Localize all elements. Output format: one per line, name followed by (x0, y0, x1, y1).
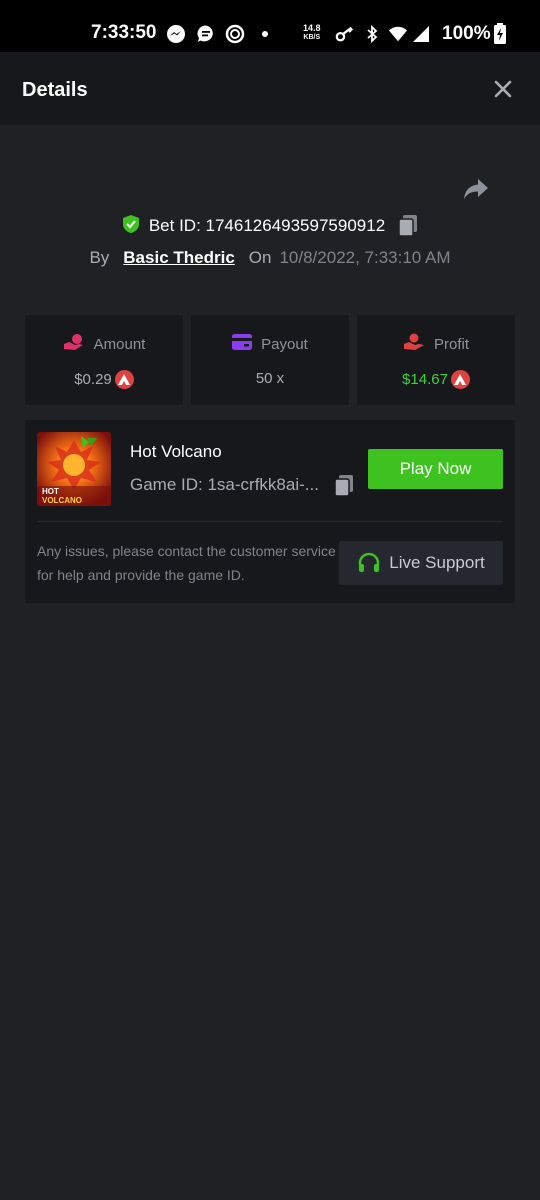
card-icon (232, 333, 253, 355)
app-ring-icon (225, 24, 245, 44)
network-speed: 14.8 KB/S (303, 23, 321, 42)
stat-profit: Profit $14.67 (357, 315, 515, 405)
bet-date: 10/8/2022, 7:33:10 AM (279, 248, 451, 267)
play-now-button[interactable]: Play Now (368, 449, 503, 489)
divider (37, 521, 503, 522)
battery-percent: 100% (442, 23, 491, 44)
copy-bet-id-button[interactable] (397, 214, 419, 238)
stat-label: Amount (93, 335, 146, 353)
stat-label: Profit (433, 335, 469, 353)
status-time: 7:33:50 (91, 22, 157, 43)
bet-by-row: By Basic Thedric On 10/8/2022, 7:33:10 A… (0, 246, 540, 270)
stat-value: 50 x (255, 370, 285, 387)
profit-hand-icon (403, 333, 425, 356)
bet-stats: Amount $0.29 Payout 50 x Profit $14.67 (25, 315, 515, 405)
chat-icon (196, 24, 216, 44)
bet-id-row: Bet ID: 1746126493597590912 (0, 212, 540, 240)
stat-amount: Amount $0.29 (25, 315, 183, 405)
verified-shield-icon (121, 214, 141, 239)
details-header: Details (0, 52, 540, 125)
copy-icon (398, 215, 418, 237)
on-label: On (248, 248, 272, 267)
dot-icon (255, 24, 275, 44)
copy-game-id-button[interactable] (333, 474, 355, 498)
bet-id: Bet ID: 1746126493597590912 (148, 216, 386, 235)
thumbnail-title-line2: VOLCANO (42, 496, 82, 505)
vpn-key-icon (335, 24, 355, 44)
close-button[interactable] (490, 76, 516, 102)
share-icon (464, 179, 488, 199)
game-name: Hot Volcano (130, 442, 222, 461)
battery-charging-icon (492, 23, 508, 45)
copy-icon (334, 475, 353, 497)
bluetooth-icon (362, 24, 382, 44)
live-support-label: Live Support (389, 553, 485, 572)
signal-icon (411, 24, 431, 44)
by-label: By (89, 248, 110, 267)
game-thumbnail[interactable]: HOT VOLCANO (37, 432, 111, 506)
thumbnail-title-line1: HOT (42, 487, 59, 496)
stat-label: Payout (261, 335, 308, 353)
money-hand-icon (63, 333, 85, 356)
page-title: Details (22, 79, 88, 101)
close-icon (494, 80, 512, 98)
share-button[interactable] (462, 176, 490, 202)
stat-payout: Payout 50 x (191, 315, 349, 405)
stat-value: $14.67 (402, 371, 448, 388)
avax-coin-icon (450, 370, 470, 389)
wifi-icon (388, 24, 408, 44)
headset-icon (357, 551, 381, 575)
live-support-button[interactable]: Live Support (339, 541, 503, 585)
stat-value: $0.29 (74, 371, 112, 388)
username-link[interactable]: Basic Thedric (123, 248, 235, 268)
messenger-icon (166, 24, 186, 44)
game-id: Game ID: 1sa-crfkk8ai-... (130, 475, 319, 494)
support-notice: Any issues, please contact the customer … (37, 543, 336, 583)
game-card: HOT VOLCANO Hot Volcano Game ID: 1sa-crf… (25, 420, 515, 603)
avax-coin-icon (114, 370, 134, 389)
status-bar: 7:33:50 14.8 KB/S 100% (0, 0, 540, 52)
